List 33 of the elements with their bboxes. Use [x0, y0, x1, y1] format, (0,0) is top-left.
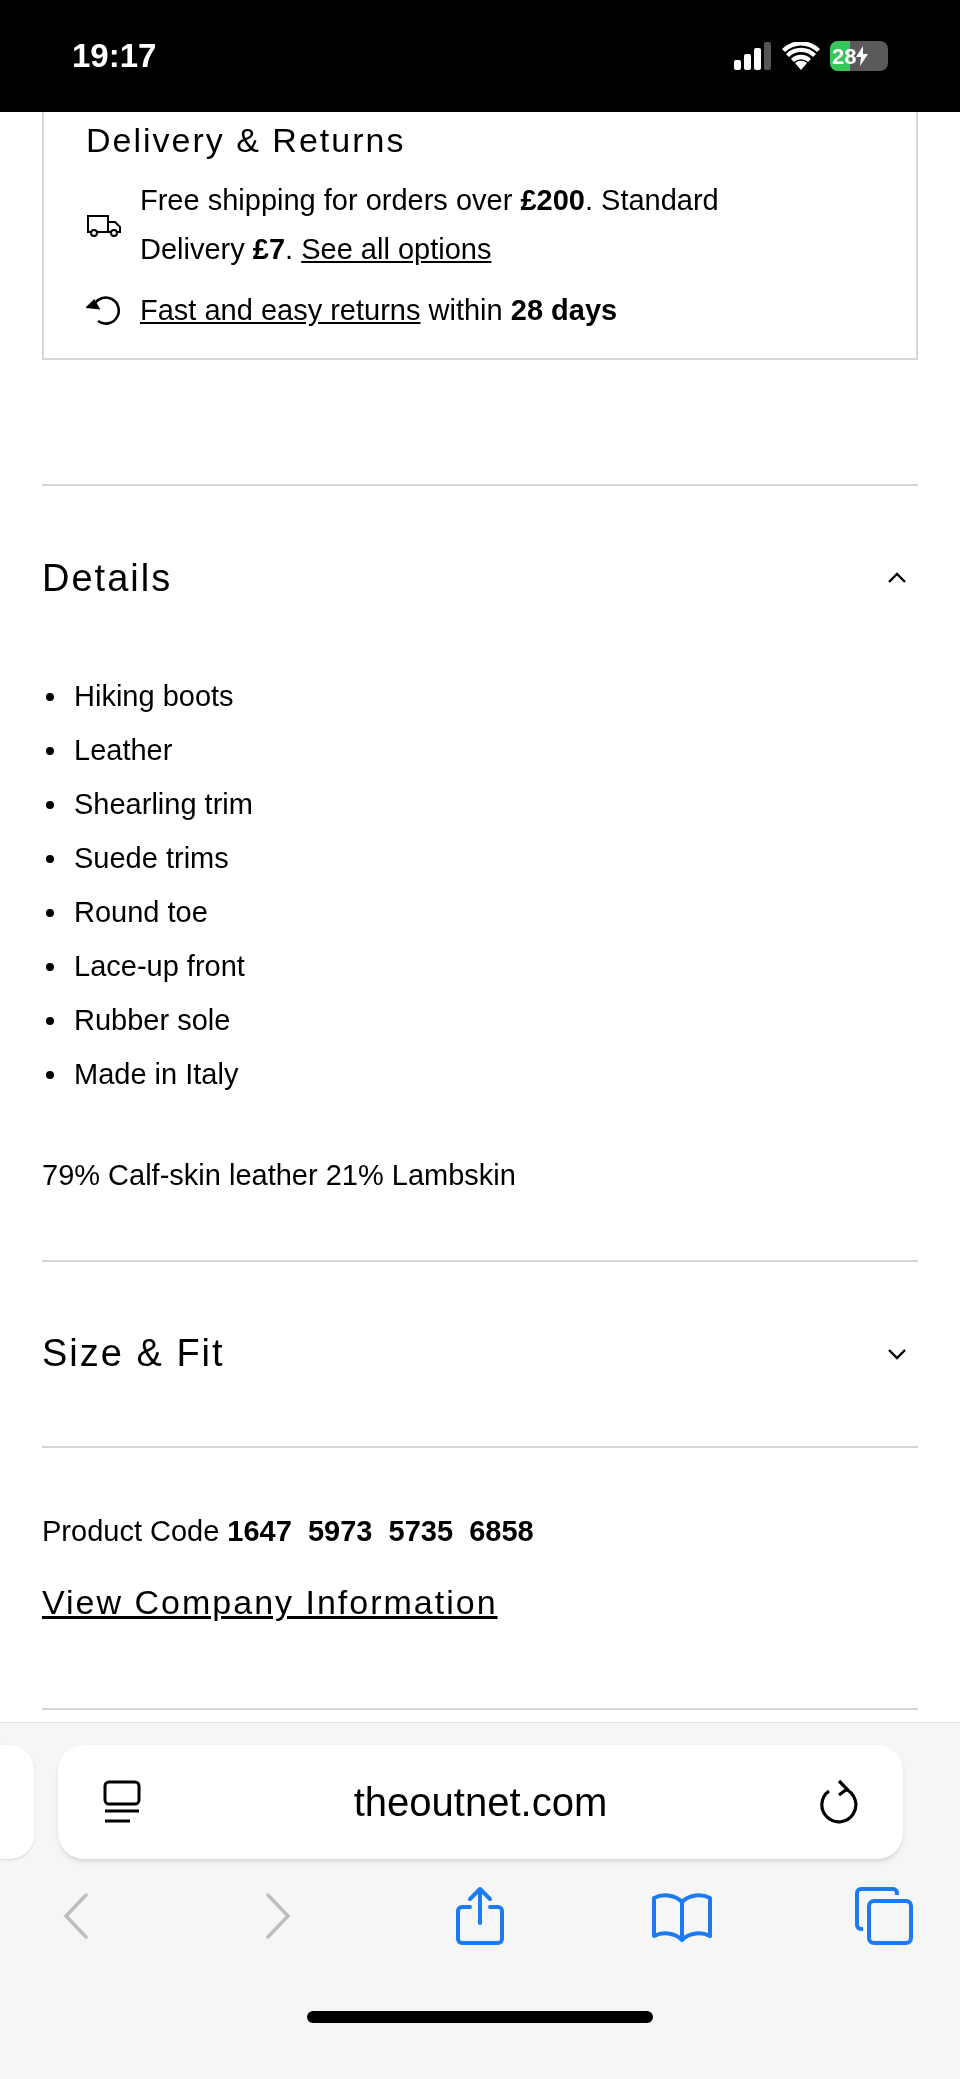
wifi-icon — [782, 42, 820, 70]
see-options-link[interactable]: See all options — [301, 233, 492, 265]
chevron-up-icon — [886, 571, 908, 585]
card-title: Delivery & Returns — [86, 120, 407, 160]
product-code-value: 1647 5973 5735 6858 — [227, 1513, 534, 1549]
accordion-header[interactable]: Details — [42, 486, 918, 670]
returns-info: Fast and easy returns within 28 days — [140, 293, 618, 328]
signal-icon — [734, 42, 772, 70]
chevron-down-icon — [886, 1346, 908, 1361]
truck-icon — [86, 213, 122, 237]
charging-bolt-icon — [856, 46, 869, 66]
detail-item: Leather — [74, 733, 173, 769]
chevron-right-icon — [263, 1891, 293, 1941]
chevron-left-icon — [61, 1891, 91, 1941]
reload-icon — [819, 1779, 859, 1825]
returns-link[interactable]: Fast and easy returns — [140, 294, 421, 326]
address-bar[interactable]: theoutnet.com — [58, 1745, 903, 1859]
detail-item: Made in Italy — [74, 1057, 239, 1093]
detail-item: Shearling trim — [74, 787, 253, 823]
clock-time: 19:17 — [72, 36, 157, 77]
detail-item: Rubber sole — [74, 1003, 231, 1039]
detail-item: Hiking boots — [74, 679, 234, 715]
battery-indicator: 28 — [830, 41, 888, 71]
accordion-header[interactable]: Size & Fit — [42, 1261, 918, 1446]
detail-item: Suede trims — [74, 841, 229, 877]
reader-icon — [102, 1779, 142, 1825]
url-text: theoutnet.com — [353, 1779, 608, 1826]
detail-item: Lace-up front — [74, 949, 245, 985]
product-code-label: Product Code — [42, 1513, 220, 1549]
detail-item: Round toe — [74, 895, 208, 931]
composition-text: 79% Calf-skin leather 21% Lambskin — [42, 1158, 517, 1193]
company-info-link[interactable]: View Company Information — [42, 1577, 498, 1628]
return-arrow-icon — [86, 293, 122, 327]
